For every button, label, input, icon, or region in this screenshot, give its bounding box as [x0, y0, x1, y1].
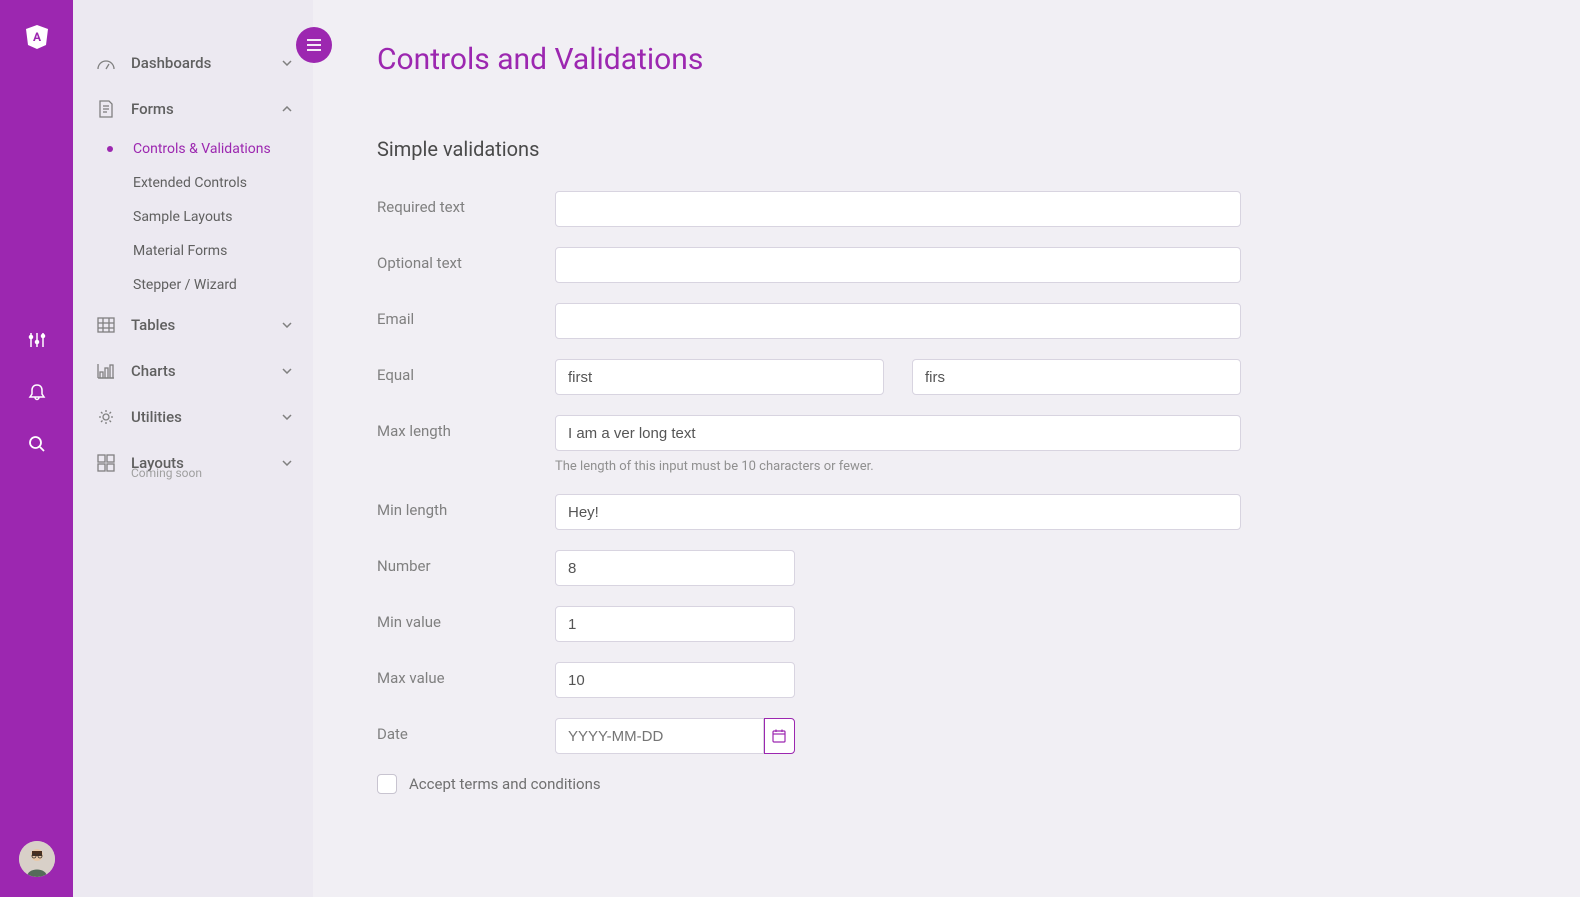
avatar[interactable]	[19, 841, 55, 877]
number-input[interactable]	[555, 550, 795, 586]
required-text-label: Required text	[377, 191, 555, 216]
sidebar-item-utilities[interactable]: Utilities	[73, 394, 313, 440]
email-input[interactable]	[555, 303, 1241, 339]
charts-icon	[97, 362, 115, 380]
sidebar-item-label: Forms	[131, 100, 174, 118]
chevron-down-icon	[281, 57, 293, 69]
min-value-label: Min value	[377, 606, 555, 631]
sidebar-subitem-label: Material Forms	[133, 243, 227, 259]
date-input[interactable]	[555, 718, 764, 754]
sidebar-subitem-controls-validations[interactable]: Controls & Validations	[73, 132, 313, 166]
app-logo[interactable]: A	[25, 24, 49, 50]
page-title: Controls and Validations	[377, 42, 1516, 77]
sidebar-item-tables[interactable]: Tables	[73, 302, 313, 348]
search-icon[interactable]	[27, 434, 47, 454]
max-value-label: Max value	[377, 662, 555, 687]
chevron-up-icon	[281, 103, 293, 115]
sidebar-item-label: Dashboards	[131, 54, 211, 72]
sidebar-subitem-label: Sample Layouts	[133, 209, 232, 225]
max-length-input[interactable]	[555, 415, 1241, 451]
min-length-input[interactable]	[555, 494, 1241, 530]
sidebar-subitem-sample-layouts[interactable]: Sample Layouts	[73, 200, 313, 234]
section-title: Simple validations	[377, 137, 1516, 161]
sidebar-item-label: Charts	[131, 362, 176, 380]
tables-icon	[97, 316, 115, 334]
calendar-icon	[772, 729, 786, 743]
sidebar-toggle-button[interactable]	[296, 27, 332, 63]
chevron-down-icon	[281, 365, 293, 377]
equal-input-b[interactable]	[912, 359, 1241, 395]
min-value-input[interactable]	[555, 606, 795, 642]
max-length-label: Max length	[377, 415, 555, 440]
optional-text-label: Optional text	[377, 247, 555, 272]
utilities-icon	[97, 408, 115, 426]
optional-text-input[interactable]	[555, 247, 1241, 283]
bell-icon[interactable]	[27, 382, 47, 402]
sidebar-subitem-label: Extended Controls	[133, 175, 247, 191]
rail-nav: A	[0, 0, 73, 897]
sidebar-item-dashboards[interactable]: Dashboards	[73, 40, 313, 86]
main-content: Controls and Validations Simple validati…	[313, 0, 1580, 897]
sidebar-subitem-extended-controls[interactable]: Extended Controls	[73, 166, 313, 200]
sidebar-item-label: Utilities	[131, 408, 182, 426]
sidebar-subitem-stepper-wizard[interactable]: Stepper / Wizard	[73, 268, 313, 302]
dashboard-icon	[97, 54, 115, 72]
chevron-down-icon	[281, 319, 293, 331]
sidebar-subitem-material-forms[interactable]: Material Forms	[73, 234, 313, 268]
layouts-icon	[97, 454, 115, 472]
email-label: Email	[377, 303, 555, 328]
chevron-down-icon	[281, 457, 293, 469]
sidebar-subitem-label: Controls & Validations	[133, 141, 271, 157]
sidebar-item-label: Tables	[131, 316, 175, 334]
sidebar-forms-submenu: Controls & Validations Extended Controls…	[73, 132, 313, 302]
sidebar: Dashboards Forms Controls & Validations …	[73, 0, 313, 897]
date-picker-button[interactable]	[764, 718, 795, 754]
number-label: Number	[377, 550, 555, 575]
sidebar-item-forms[interactable]: Forms	[73, 86, 313, 132]
max-length-help: The length of this input must be 10 char…	[555, 459, 1241, 474]
settings-sliders-icon[interactable]	[27, 330, 47, 350]
required-text-input[interactable]	[555, 191, 1241, 227]
terms-checkbox[interactable]	[377, 774, 397, 794]
equal-label: Equal	[377, 359, 555, 384]
min-length-label: Min length	[377, 494, 555, 519]
svg-text:A: A	[32, 30, 41, 44]
equal-input-a[interactable]	[555, 359, 884, 395]
chevron-down-icon	[281, 411, 293, 423]
sidebar-item-charts[interactable]: Charts	[73, 348, 313, 394]
sidebar-subitem-label: Stepper / Wizard	[133, 277, 237, 293]
forms-icon	[97, 100, 115, 118]
terms-label: Accept terms and conditions	[409, 775, 601, 793]
active-dot-icon	[107, 146, 113, 152]
date-label: Date	[377, 718, 555, 743]
max-value-input[interactable]	[555, 662, 795, 698]
